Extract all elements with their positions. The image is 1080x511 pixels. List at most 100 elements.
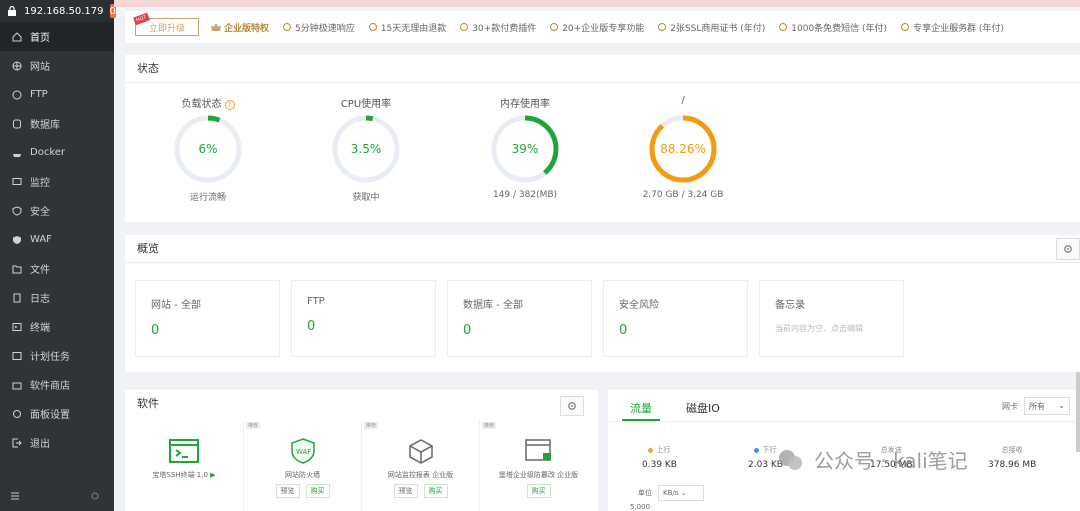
task-icon <box>12 351 22 361</box>
overview-card-value: 0 <box>151 323 160 338</box>
gauge-3: / 88.26% 2.70 GB / 3.24 GB <box>633 95 733 200</box>
interface-select[interactable]: 所有 ⌄ <box>1024 397 1070 415</box>
gauge-ring[interactable]: 3.5% <box>331 114 401 184</box>
software-settings-button[interactable] <box>560 396 584 416</box>
promo-feature[interactable]: 1000条免费短信 (年付) <box>779 21 887 34</box>
sidebar-item-11[interactable]: 计划任务 <box>0 341 114 370</box>
software-item[interactable]: 推荐 网站监控报表 企业版 预览 购买 <box>361 420 479 511</box>
sidebar-item-13[interactable]: 面板设置 <box>0 399 114 428</box>
sidebar-item-9[interactable]: 日志 <box>0 283 114 312</box>
page-scrollbar[interactable] <box>1076 372 1080 452</box>
promo-feature[interactable]: 15天无理由退款 <box>368 21 446 34</box>
promo-feature[interactable]: 5分钟极速响应 <box>283 21 355 34</box>
gear-icon[interactable] <box>90 490 100 504</box>
preview-button[interactable]: 预览 <box>393 484 418 498</box>
promo-feature[interactable]: 30+款付费插件 <box>460 21 536 34</box>
software-name: 宝塔SSH终端 1.0 ▶ <box>152 471 216 479</box>
lock-window-icon <box>524 438 554 464</box>
sidebar-item-10[interactable]: 终端 <box>0 312 114 341</box>
ftp-icon <box>12 90 22 100</box>
upgrade-button[interactable]: HOT 立即升级 <box>133 12 199 36</box>
preview-button[interactable]: 预览 <box>275 484 300 498</box>
tab-disk-io[interactable]: 磁盘IO <box>678 390 728 421</box>
sidebar-item-4[interactable]: Docker <box>0 138 114 167</box>
software-item[interactable]: 推荐 堡塔企业级防篡改 企业版 购买 <box>479 420 597 511</box>
terminal-icon <box>12 322 22 332</box>
wechat-icon <box>779 449 802 470</box>
terminal-icon <box>169 438 199 464</box>
status-panel: 状态 负载状态? 6% 运行流畅 CPU使用率 3.5% 获取中 内存使用率 39% 149 /… <box>125 55 1080 222</box>
overview-card-title: FTP <box>307 296 325 307</box>
gauge-value: 3.5% <box>350 142 382 156</box>
sidebar-item-label: 安全 <box>30 207 50 218</box>
promo-feature[interactable]: 2张SSL商用证书 (年付) <box>658 21 765 34</box>
gauge-ring[interactable]: 88.26% <box>648 114 718 184</box>
sidebar-item-14[interactable]: 退出 <box>0 428 114 457</box>
software-item[interactable]: 推荐 WAF 网站防火墙 预览 购买 <box>243 420 361 511</box>
buy-button[interactable]: 购买 <box>305 484 330 498</box>
overview-card[interactable]: 数据库 - 全部 0 <box>447 280 592 357</box>
gauge-ring[interactable]: 6% <box>173 114 243 184</box>
sidebar-item-6[interactable]: 安全 <box>0 196 114 225</box>
sidebar-item-12[interactable]: 软件商店 <box>0 370 114 399</box>
overview-card-title: 网站 - 全部 <box>151 300 201 311</box>
sidebar: 192.168.50.179 0 首页 网站 FTP 数据库 Docker 监控 安全 WAF… <box>0 0 116 511</box>
gauge-label: 负载状态? <box>158 95 258 110</box>
traffic-stat: 总接收 378.96 MB <box>988 445 1036 470</box>
legend-dot <box>754 447 760 453</box>
buy-button[interactable]: 购买 <box>526 484 551 498</box>
overview-card[interactable]: 网站 - 全部 0 <box>135 280 280 357</box>
log-icon <box>12 293 22 303</box>
gauge-ring[interactable]: 39% <box>490 114 560 184</box>
sidebar-item-label: 数据库 <box>30 120 60 131</box>
overview-card[interactable]: 安全风险 0 <box>603 280 748 357</box>
lock-icon <box>6 5 18 17</box>
sidebar-item-5[interactable]: 监控 <box>0 167 114 196</box>
database-icon <box>12 119 22 129</box>
top-alert-bar <box>114 0 1080 7</box>
overview-title: 概览 <box>125 235 1080 263</box>
hot-tag: HOT <box>133 12 150 26</box>
traffic-stat-label: 总接收 <box>1001 446 1023 454</box>
software-name: 网站防火墙 <box>285 471 320 479</box>
unit-select[interactable]: KB/s ⌄ <box>658 485 704 501</box>
traffic-stat-value: 0.39 KB <box>642 460 677 470</box>
sidebar-item-label: WAF <box>30 234 52 245</box>
software-actions: 预览 购买 <box>362 484 479 498</box>
sidebar-item-1[interactable]: 网站 <box>0 51 114 80</box>
feature-icon <box>460 23 469 31</box>
sidebar-item-8[interactable]: 文件 <box>0 254 114 283</box>
sidebar-item-3[interactable]: 数据库 <box>0 109 114 138</box>
traffic-stat-label: 上行 <box>642 445 677 455</box>
promo-feature[interactable]: 专享企业服务群 (年付) <box>901 21 1004 34</box>
sidebar-item-label: 软件商店 <box>30 381 70 392</box>
software-item[interactable]: 宝塔SSH终端 1.0 ▶ <box>125 420 243 511</box>
gauge-1: CPU使用率 3.5% 获取中 <box>316 95 416 203</box>
tab-traffic[interactable]: 流量 <box>622 390 660 421</box>
sidebar-item-7[interactable]: WAF <box>0 225 114 254</box>
promo-bar: HOT 立即升级 企业版特权 5分钟极速响应 15天无理由退款 30+款付费插件 20… <box>125 11 1080 43</box>
recommend-tag: 推荐 <box>364 422 379 429</box>
software-actions: 预览 购买 <box>244 484 361 498</box>
sidebar-item-2[interactable]: FTP <box>0 80 114 109</box>
enterprise-privilege[interactable]: 企业版特权 <box>211 21 269 34</box>
feature-icon <box>658 23 667 31</box>
buy-button[interactable]: 购买 <box>423 484 448 498</box>
overview-card-title: 数据库 - 全部 <box>463 300 523 311</box>
promo-feature[interactable]: 20+企业版专享功能 <box>550 21 644 34</box>
waf-icon: WAF <box>288 438 318 464</box>
server-ip[interactable]: 192.168.50.179 <box>24 6 104 17</box>
sidebar-item-label: FTP <box>30 89 48 100</box>
overview-card-value: 0 <box>619 323 628 338</box>
gauge-label: CPU使用率 <box>340 99 392 110</box>
sidebar-item-label: 日志 <box>30 294 50 305</box>
overview-settings-button[interactable] <box>1056 238 1080 260</box>
gauge-value: 88.26% <box>660 142 706 156</box>
help-icon[interactable]: ? <box>224 100 235 110</box>
settings-icon <box>12 409 22 419</box>
menu-collapse-icon[interactable] <box>10 490 20 504</box>
sidebar-item-0[interactable]: 首页 <box>0 22 114 51</box>
overview-card[interactable]: FTP 0 <box>291 280 436 357</box>
memo-card[interactable]: 备忘录 当前内容为空，点击编辑 <box>759 280 904 357</box>
status-title: 状态 <box>125 55 1080 83</box>
